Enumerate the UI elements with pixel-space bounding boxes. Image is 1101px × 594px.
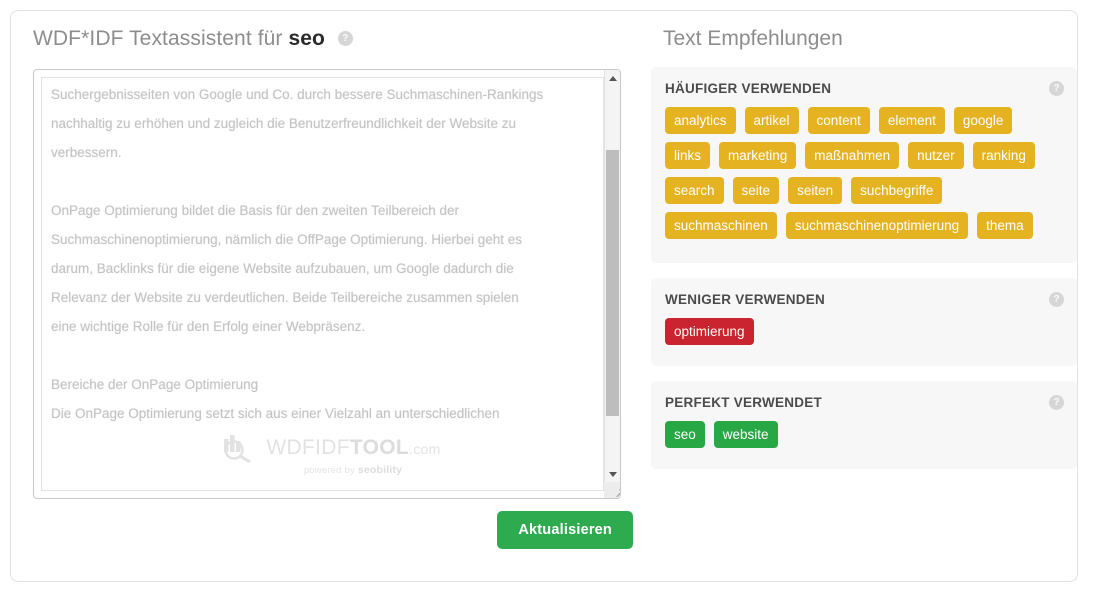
watermark-powered-by: powered by seobility bbox=[217, 464, 447, 476]
main-card: WDF*IDF Textassistent für seo ? Sucherge… bbox=[10, 10, 1078, 582]
update-button[interactable]: Aktualisieren bbox=[497, 511, 633, 549]
watermark-powered-brand: seobility bbox=[357, 464, 403, 476]
tag-item[interactable]: analytics bbox=[665, 107, 736, 134]
tag-list-perfect: seo website bbox=[665, 421, 1063, 448]
tag-item[interactable]: optimierung bbox=[665, 318, 754, 345]
tag-item[interactable]: suchbegriffe bbox=[851, 177, 943, 204]
section-perfect-heading: PERFEKT VERWENDET bbox=[665, 395, 823, 410]
watermark-name: WDFIDFTOOL.com bbox=[266, 436, 440, 460]
recommendations-title: Text Empfehlungen bbox=[663, 27, 843, 50]
help-icon[interactable]: ? bbox=[1049, 292, 1064, 307]
scroll-down-arrow-icon[interactable] bbox=[605, 466, 620, 482]
tag-item[interactable]: suchmaschinen bbox=[665, 212, 777, 239]
watermark-powered-prefix: powered by bbox=[303, 465, 355, 476]
tag-item[interactable]: google bbox=[953, 107, 1013, 134]
tag-list-use-less: optimierung bbox=[665, 318, 1063, 345]
tag-item[interactable]: search bbox=[665, 177, 724, 204]
tag-item[interactable]: links bbox=[665, 142, 711, 169]
text-editor-content[interactable]: Suchergebnisseiten von Google und Co. du… bbox=[51, 80, 596, 428]
page-title: WDF*IDF Textassistent für seo ? bbox=[33, 25, 643, 53]
watermark-name-tld: .com bbox=[409, 441, 441, 457]
tag-item[interactable]: element bbox=[878, 107, 945, 134]
watermark-name-bold: TOOL bbox=[349, 436, 410, 459]
text-editor-inner[interactable]: Suchergebnisseiten von Google und Co. du… bbox=[41, 77, 604, 491]
editor-actions: Aktualisieren bbox=[33, 511, 633, 549]
tag-item[interactable]: thema bbox=[977, 212, 1033, 239]
page-title-prefix: WDF*IDF Textassistent für bbox=[33, 27, 283, 50]
help-icon[interactable]: ? bbox=[337, 31, 353, 46]
tag-item[interactable]: ranking bbox=[972, 142, 1035, 169]
recommendations-panel: Text Empfehlungen HÄUFIGER VERWENDEN ? a… bbox=[651, 25, 1077, 484]
section-perfect: PERFEKT VERWENDET ? seo website bbox=[651, 381, 1077, 469]
textarea-scrollbar[interactable] bbox=[604, 70, 620, 498]
tag-item[interactable]: nutzer bbox=[908, 142, 964, 169]
section-use-more-heading: HÄUFIGER VERWENDEN bbox=[665, 81, 832, 96]
watermark-name-light: WDFIDF bbox=[266, 436, 350, 459]
scrollbar-thumb[interactable] bbox=[606, 150, 619, 416]
tag-item[interactable]: website bbox=[713, 421, 778, 448]
tag-item[interactable]: maßnahmen bbox=[805, 142, 900, 169]
magnifier-bars-logo-icon bbox=[224, 435, 252, 463]
tag-item[interactable]: seiten bbox=[788, 177, 843, 204]
scroll-up-arrow-icon[interactable] bbox=[605, 70, 620, 86]
text-editor-container[interactable]: Suchergebnisseiten von Google und Co. du… bbox=[33, 69, 621, 499]
tag-item[interactable]: seo bbox=[665, 421, 705, 448]
tag-item[interactable]: content bbox=[807, 107, 870, 134]
tag-item[interactable]: suchmaschinenoptimierung bbox=[785, 212, 969, 239]
section-use-less-heading: WENIGER VERWENDEN bbox=[665, 292, 826, 307]
wdfidf-tool-watermark: WDFIDFTOOL.com powered by seobility bbox=[217, 433, 447, 476]
tag-item[interactable]: marketing bbox=[719, 142, 797, 169]
tag-item[interactable]: artikel bbox=[744, 107, 799, 134]
section-use-more: HÄUFIGER VERWENDEN ? analytics artikel c… bbox=[651, 67, 1077, 263]
textarea-resize-handle[interactable] bbox=[604, 482, 620, 498]
tag-list-use-more: analytics artikel content element google… bbox=[665, 107, 1063, 239]
page-title-keyword: seo bbox=[288, 27, 325, 50]
help-icon[interactable]: ? bbox=[1049, 395, 1064, 410]
section-use-less: WENIGER VERWENDEN ? optimierung bbox=[651, 278, 1077, 366]
help-icon[interactable]: ? bbox=[1049, 81, 1064, 96]
tag-item[interactable]: seite bbox=[732, 177, 780, 204]
editor-header: WDF*IDF Textassistent für seo ? bbox=[33, 25, 643, 53]
